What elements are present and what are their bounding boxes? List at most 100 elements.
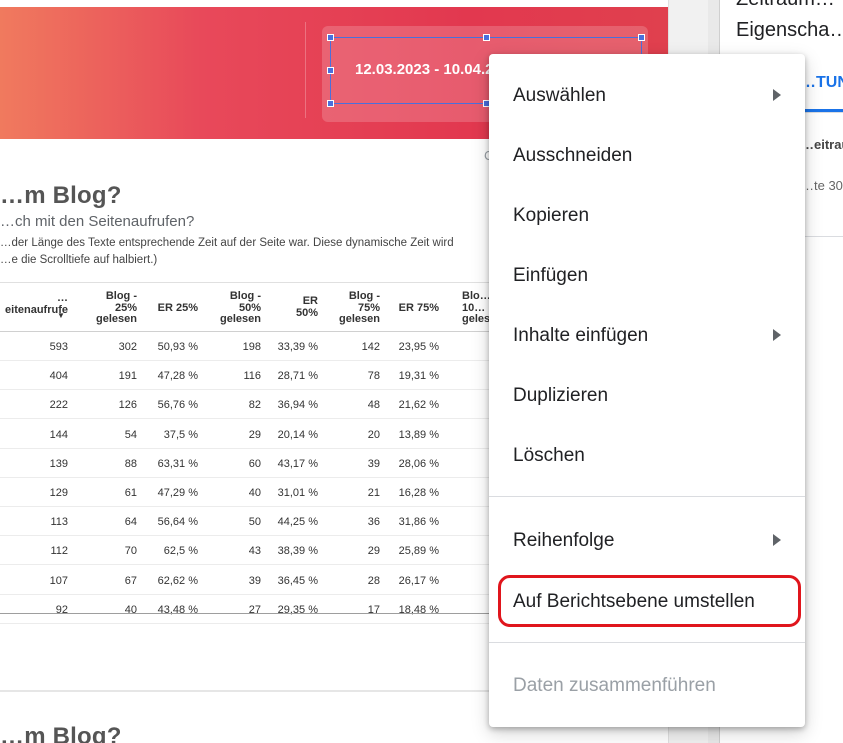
table-cell: 43 <box>248 545 261 558</box>
table-cell: 404 <box>49 370 68 383</box>
table-cell: 28 <box>367 574 380 587</box>
section-description: …e die Scrolltiefe auf halbiert.) <box>0 254 158 266</box>
table-cell: 191 <box>118 370 137 383</box>
table-cell: 43,17 % <box>277 457 318 470</box>
banner-divider <box>305 22 306 118</box>
table-cell: 62,62 % <box>157 574 198 587</box>
menu-separator <box>489 496 805 497</box>
table-cell: 20,14 % <box>277 428 318 441</box>
table-row[interactable]: 593 302 50,93 % 198 33,39 % 142 23,95 % <box>0 332 500 361</box>
table-cell: 40 <box>248 487 261 499</box>
table-cell: 56,76 % <box>157 399 198 412</box>
table-row[interactable]: 92 40 43,48 % 27 29,35 % 17 18,48 % <box>0 595 500 624</box>
column-header[interactable]: Blog - 75% gelesen <box>339 290 380 326</box>
table-cell: 21 <box>367 487 380 499</box>
resize-handle[interactable] <box>327 34 334 41</box>
table-cell: 116 <box>243 370 261 383</box>
column-header[interactable]: Blog - 25% gelesen <box>96 290 137 326</box>
column-header[interactable]: ER 25% <box>158 302 198 315</box>
table-row[interactable]: 139 88 63,31 % 60 43,17 % 39 28,06 % <box>0 449 500 478</box>
table-cell: 38,39 % <box>277 545 318 558</box>
menu-item-duplicate[interactable]: Duplizieren <box>489 375 805 415</box>
menu-item-label: Ausschneiden <box>513 145 633 166</box>
table-cell: 47,28 % <box>157 370 198 383</box>
table-row[interactable]: 222 126 56,76 % 82 36,94 % 48 21,62 % <box>0 390 500 420</box>
resize-handle[interactable] <box>483 34 490 41</box>
table-cell: 26,17 % <box>398 574 439 587</box>
table-cell: 107 <box>49 574 68 587</box>
table-cell: 25,89 % <box>398 545 439 558</box>
table-cell: 60 <box>248 457 261 470</box>
table-cell: 28,71 % <box>277 370 318 383</box>
table-cell: 70 <box>124 545 137 558</box>
section-subtitle: …ch mit den Seitenaufrufen? <box>0 213 195 230</box>
menu-item-label: Einfügen <box>513 265 589 286</box>
table-cell: 19,31 % <box>398 370 439 383</box>
divider <box>800 236 843 237</box>
table-cell: 112 <box>50 545 68 558</box>
menu-item-paste-special[interactable]: Inhalte einfügen <box>489 315 805 355</box>
table-cell: 23,95 % <box>398 341 439 353</box>
table-cell: 139 <box>49 457 68 470</box>
table-cell: 62,5 % <box>163 545 198 558</box>
table-row[interactable]: 113 64 56,64 % 50 44,25 % 36 31,86 % <box>0 507 500 537</box>
field-value[interactable]: …te 30… <box>801 178 843 193</box>
table-cell: 28,06 % <box>398 457 439 470</box>
section-title: …m Blog? <box>0 723 122 743</box>
table-row[interactable]: 129 61 47,29 % 40 31,01 % 21 16,28 % <box>0 478 500 507</box>
menu-item-blend-data: Daten zusammenführen <box>489 665 805 705</box>
column-header[interactable]: ER 75% <box>399 302 439 315</box>
table-cell: 44,25 % <box>277 516 318 529</box>
section-title: …m Blog? <box>0 182 122 209</box>
table-cell: 36,45 % <box>277 574 318 587</box>
menu-item-order[interactable]: Reihenfolge <box>489 520 805 560</box>
table-cell: 39 <box>248 574 261 587</box>
table-cell: 198 <box>242 341 261 353</box>
table-cell: 20 <box>367 428 380 441</box>
menu-item-select[interactable]: Auswählen <box>489 75 805 115</box>
table-cell: 31,01 % <box>277 487 318 499</box>
column-header[interactable]: Blog - 50% gelesen <box>220 290 261 326</box>
menu-item-paste[interactable]: Einfügen <box>489 255 805 295</box>
table-divider <box>0 613 500 614</box>
table-cell: 142 <box>361 341 380 353</box>
table-cell: 36,94 % <box>277 399 318 412</box>
sort-desc-icon[interactable]: ▼ <box>57 311 65 320</box>
table-header-row: …eitenaufrufe ▼ Blog - 25% gelesen ER 25… <box>0 282 501 332</box>
table-cell: 13,89 % <box>398 428 439 441</box>
resize-handle[interactable] <box>327 100 334 107</box>
resize-handle[interactable] <box>327 67 334 74</box>
submenu-arrow-icon <box>773 534 781 546</box>
menu-item-delete[interactable]: Löschen <box>489 435 805 475</box>
resize-handle[interactable] <box>638 34 645 41</box>
menu-item-label: Reihenfolge <box>513 530 615 551</box>
table-cell: 222 <box>49 399 68 412</box>
table-cell: 56,64 % <box>157 516 198 529</box>
table-cell: 29 <box>367 545 380 558</box>
table-cell: 126 <box>118 399 137 412</box>
menu-item-label: Kopieren <box>513 205 590 226</box>
table-cell: 54 <box>124 428 137 441</box>
table-cell: 47,29 % <box>157 487 198 499</box>
table-cell: 63,31 % <box>157 457 198 470</box>
table-row[interactable]: 112 70 62,5 % 43 38,39 % 29 25,89 % <box>0 536 500 566</box>
menu-item-label: Duplizieren <box>513 385 609 406</box>
panel-title: Zeitraum… <box>736 0 835 11</box>
section-description: …der Länge des Texte entsprechende Zeit … <box>0 237 454 249</box>
menu-item-cut[interactable]: Ausschneiden <box>489 135 805 175</box>
table-cell: 29 <box>248 428 261 441</box>
table-row[interactable]: 107 67 62,62 % 39 36,45 % 28 26,17 % <box>0 566 500 595</box>
menu-item-label: Inhalte einfügen <box>513 325 649 346</box>
table-cell: 64 <box>124 516 137 529</box>
tab-style[interactable]: …TUNG <box>800 74 843 92</box>
table-cell: 113 <box>50 516 68 529</box>
table-row[interactable]: 144 54 37,5 % 29 20,14 % 20 13,89 % <box>0 420 500 449</box>
column-header[interactable]: ER 50% <box>296 295 318 319</box>
table-cell: 88 <box>124 457 137 470</box>
table-row[interactable]: 404 191 47,28 % 116 28,71 % 78 19,31 % <box>0 361 500 391</box>
menu-item-copy[interactable]: Kopieren <box>489 195 805 235</box>
table-cell: 48 <box>367 399 380 412</box>
table-cell: 61 <box>124 487 137 499</box>
panel-title: Eigenscha… <box>736 19 843 41</box>
submenu-arrow-icon <box>773 89 781 101</box>
